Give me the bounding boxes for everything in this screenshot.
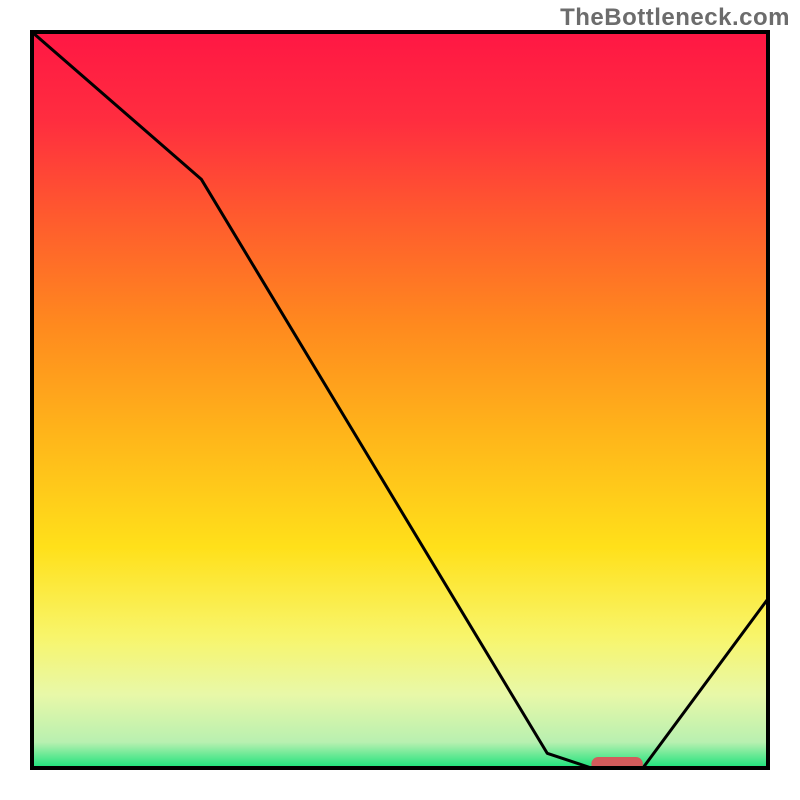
watermark-text: TheBottleneck.com (560, 4, 790, 32)
bottleneck-chart (0, 0, 800, 800)
gradient-background (32, 32, 768, 768)
chart-stage: TheBottleneck.com (0, 0, 800, 800)
